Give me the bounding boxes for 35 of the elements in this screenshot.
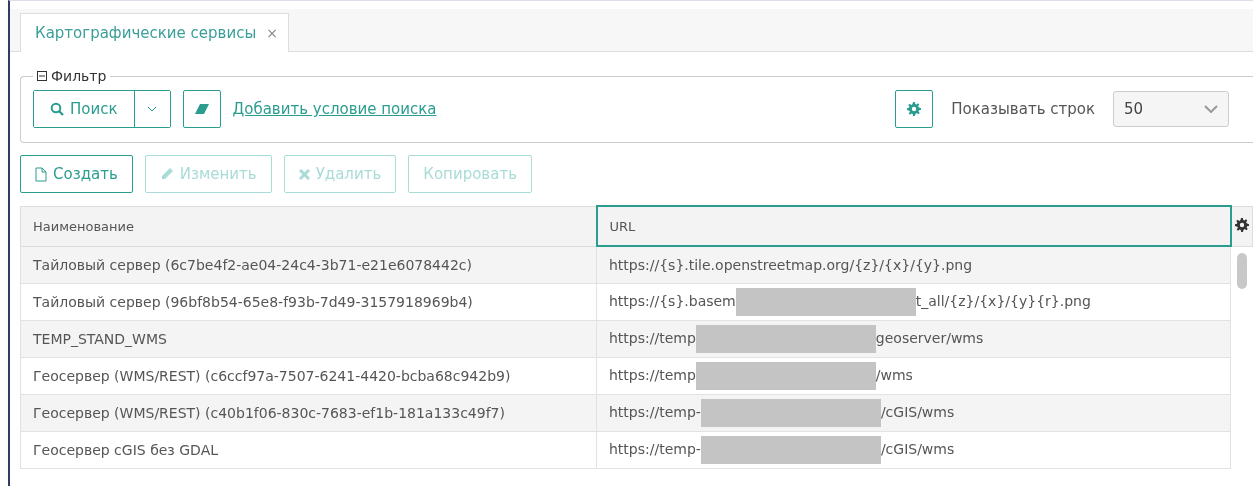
table-cell: Тайловый сервер (96bf8b54-65e8-f93b-7d49-3157918969b4) (20, 283, 597, 321)
table-cell: Тайловый сервер (6c7be4f2-ae04-24c4-3b71-e21e6078442c) (20, 246, 597, 284)
scrollbar-thumb[interactable] (1236, 252, 1247, 289)
table-cell: https://temp /wms (596, 357, 1231, 395)
clear-button[interactable] (182, 90, 221, 128)
table-cell: Геосервер (WMS/REST) (c6ccf97a-7507-6241-4420-bcba68c942b9) (20, 357, 597, 395)
tab[interactable]: Картографические сервисы × (20, 13, 289, 52)
settings-icon (907, 102, 922, 116)
settings-button[interactable] (895, 90, 934, 128)
rows-label: Показывать строк (951, 100, 1095, 118)
column-header[interactable]: Наименование (20, 206, 597, 246)
table-cell: https://temp- /cGIS/wms (596, 394, 1231, 432)
table-cell: Геосервер cGIS без GDAL (20, 431, 597, 469)
collapse-icon[interactable] (37, 71, 47, 81)
toolbar-button[interactable]: Создать (20, 155, 133, 193)
table-cell: https://{s}.basem t_all/{z}/{x}/{y}{r}.png (596, 283, 1231, 321)
chevron-icon (1204, 105, 1218, 113)
search-icon (50, 102, 64, 116)
settings-icon (1234, 217, 1249, 232)
document-icon (35, 166, 47, 182)
table-cell: https://{s}.tile.openstreetmap.org/{z}/{x}/{y}.png (596, 246, 1231, 284)
table-cell: Геосервер (WMS/REST) (c40b1f06-830c-7683-ef1b-181a133c49f7) (20, 394, 597, 432)
table-cell: TEMP_STAND_WMS (20, 320, 597, 358)
dropdown-button[interactable] (133, 91, 170, 127)
table-cell: https://temp geoserver/wms (596, 320, 1231, 358)
pencil-icon (159, 167, 174, 181)
eraser-icon (193, 103, 210, 115)
chevron-icon (147, 106, 157, 112)
close-icon[interactable]: × (266, 25, 278, 41)
cross-icon (298, 168, 310, 180)
filter-legend: Фильтр (51, 68, 107, 84)
add-condition-link[interactable]: Добавить условие поиска (232, 100, 437, 118)
table-cell: https://temp- /cGIS/wms (596, 431, 1231, 469)
rows-select[interactable]: 50 (1113, 91, 1229, 127)
column-header[interactable]: URL (596, 206, 1231, 246)
